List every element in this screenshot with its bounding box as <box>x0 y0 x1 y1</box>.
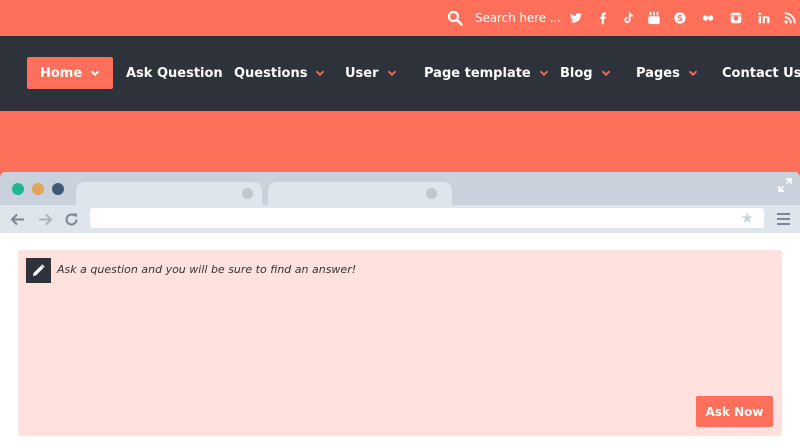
nav-item-blog[interactable]: Blog <box>560 57 611 89</box>
ask-now-button[interactable]: Ask Now <box>696 396 773 427</box>
address-bar[interactable]: ★ <box>90 208 764 228</box>
window-dot-navy <box>52 183 64 195</box>
back-arrow-icon[interactable] <box>10 212 25 227</box>
browser-tab-strip <box>0 172 800 206</box>
window-dot-orange <box>32 183 44 195</box>
facebook-icon[interactable] <box>595 10 611 26</box>
browser-toolbar: ★ <box>0 205 800 233</box>
star-icon[interactable]: ★ <box>741 209 754 227</box>
nav-item-label: Page template <box>424 65 531 81</box>
forward-arrow-icon[interactable] <box>38 212 53 227</box>
chevron-down-icon <box>91 70 100 76</box>
tab-close-icon[interactable] <box>426 188 437 199</box>
chevron-down-icon <box>601 70 610 76</box>
main-navbar: Home Ask Question Questions User Page te… <box>0 36 800 111</box>
reload-icon[interactable] <box>64 212 79 227</box>
youtube-icon[interactable] <box>646 10 662 26</box>
skype-icon[interactable]: S <box>672 10 688 26</box>
tab-close-icon[interactable] <box>242 188 253 199</box>
search-icon[interactable] <box>447 10 463 26</box>
nav-item-label: Ask Question <box>126 65 223 81</box>
nav-item-label: Home <box>40 65 83 81</box>
chevron-down-icon <box>316 70 325 76</box>
chevron-down-icon <box>387 70 396 76</box>
instagram-icon[interactable] <box>728 10 744 26</box>
nav-item-questions[interactable]: Questions <box>234 57 325 89</box>
chevron-down-icon <box>688 70 697 76</box>
flickr-icon[interactable] <box>700 10 716 26</box>
nav-item-pages[interactable]: Pages <box>636 57 698 89</box>
nav-item-label: Questions <box>234 65 308 81</box>
browser-tab[interactable] <box>268 182 452 206</box>
chevron-down-icon <box>539 70 548 76</box>
search-input[interactable]: Search here ... <box>475 11 561 25</box>
pencil-icon <box>26 258 51 283</box>
nav-item-label: User <box>345 65 379 81</box>
nav-item-user[interactable]: User <box>345 57 397 89</box>
window-dot-green <box>12 183 24 195</box>
ask-question-box: Ask a question and you will be sure to f… <box>18 250 782 436</box>
nav-item-ask-question[interactable]: Ask Question <box>126 57 223 89</box>
nav-item-contact-us[interactable]: Contact Us <box>722 57 800 89</box>
menu-icon[interactable] <box>777 213 790 225</box>
nav-item-label: Contact Us <box>722 65 800 81</box>
nav-item-label: Pages <box>636 65 680 81</box>
tiktok-icon[interactable] <box>620 10 636 26</box>
twitter-icon[interactable] <box>568 10 584 26</box>
nav-item-label: Blog <box>560 65 593 81</box>
nav-item-page-template[interactable]: Page template <box>424 57 549 89</box>
expand-icon[interactable] <box>778 178 792 192</box>
linkedin-icon[interactable] <box>756 10 772 26</box>
svg-text:S: S <box>677 14 683 23</box>
nav-item-home[interactable]: Home <box>27 57 114 89</box>
ask-prompt-text[interactable]: Ask a question and you will be sure to f… <box>57 263 356 276</box>
browser-frame: ★ Ask a question and you will be sure to… <box>0 172 800 445</box>
rss-icon[interactable] <box>782 10 798 26</box>
top-bar: Search here ... S <box>0 0 800 36</box>
browser-tab[interactable] <box>76 182 262 206</box>
